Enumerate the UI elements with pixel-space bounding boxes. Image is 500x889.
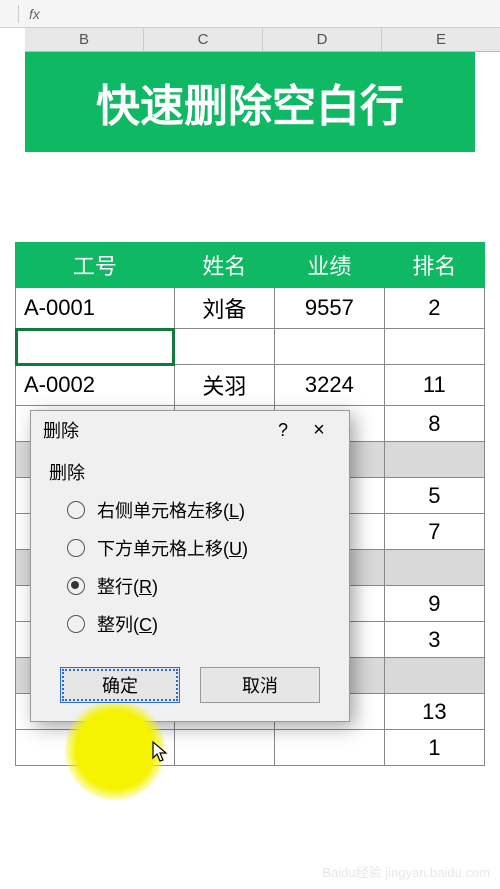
cell[interactable]	[384, 550, 484, 586]
table-row[interactable]: A-0002关羽322411	[16, 365, 485, 406]
table-header-row: 工号 姓名 业绩 排名	[16, 243, 485, 288]
cell[interactable]	[275, 329, 385, 365]
radio-option[interactable]: 右侧单元格左移(L)	[67, 497, 331, 523]
title-banner: 快速删除空白行	[25, 52, 475, 152]
cell[interactable]: 1	[384, 730, 484, 766]
th-name: 姓名	[174, 243, 274, 288]
table-row[interactable]: A-0001刘备95572	[16, 288, 485, 329]
table-row[interactable]	[16, 329, 485, 365]
table-row[interactable]: 1	[16, 730, 485, 766]
radio-label: 整列(C)	[97, 611, 158, 637]
cell[interactable]: 9	[384, 586, 484, 622]
cell[interactable]: 刘备	[174, 288, 274, 329]
radio-label: 右侧单元格左移(L)	[97, 497, 245, 523]
cell[interactable]	[16, 730, 175, 766]
dialog-buttons: 确定 取消	[31, 667, 349, 721]
cell[interactable]: 3	[384, 622, 484, 658]
radio-icon	[67, 539, 85, 557]
radio-icon	[67, 615, 85, 633]
delete-dialog: 删除 ? × 删除 右侧单元格左移(L) 下方单元格上移(U) 整行(R) 整列(C)…	[30, 410, 350, 722]
col-header-e[interactable]: E	[382, 28, 500, 51]
dialog-body: 删除 右侧单元格左移(L) 下方单元格上移(U) 整行(R) 整列(C)	[31, 449, 349, 667]
cell[interactable]: 9557	[275, 288, 385, 329]
divider	[18, 5, 19, 23]
cell[interactable]: 11	[384, 365, 484, 406]
col-header-c[interactable]: C	[144, 28, 263, 51]
cell[interactable]: A-0001	[16, 288, 175, 329]
radio-icon	[67, 577, 85, 595]
watermark: Baidu经验 jingyan.baidu.com	[322, 862, 490, 881]
cell[interactable]	[174, 730, 274, 766]
formula-bar: fx	[0, 0, 500, 28]
cell[interactable]: A-0002	[16, 365, 175, 406]
close-button[interactable]: ×	[301, 419, 337, 442]
radio-label: 下方单元格上移(U)	[97, 535, 248, 561]
radio-option[interactable]: 整行(R)	[67, 573, 331, 599]
radio-icon	[67, 501, 85, 519]
fx-label: fx	[29, 6, 40, 22]
col-header-d[interactable]: D	[263, 28, 382, 51]
radio-label: 整行(R)	[97, 573, 158, 599]
dialog-title: 删除	[43, 417, 265, 443]
help-button[interactable]: ?	[265, 420, 301, 441]
cell[interactable]: 7	[384, 514, 484, 550]
ok-button[interactable]: 确定	[60, 667, 180, 703]
cell[interactable]: 关羽	[174, 365, 274, 406]
cell[interactable]	[174, 329, 274, 365]
column-headers: B C D E	[25, 28, 500, 52]
dialog-titlebar: 删除 ? ×	[31, 411, 349, 449]
th-rank: 排名	[384, 243, 484, 288]
cell[interactable]	[384, 658, 484, 694]
radio-option[interactable]: 下方单元格上移(U)	[67, 535, 331, 561]
radio-option[interactable]: 整列(C)	[67, 611, 331, 637]
cancel-button[interactable]: 取消	[200, 667, 320, 703]
cell[interactable]	[384, 442, 484, 478]
cell[interactable]: 13	[384, 694, 484, 730]
cell[interactable]	[16, 329, 175, 365]
cell[interactable]: 5	[384, 478, 484, 514]
th-score: 业绩	[275, 243, 385, 288]
group-label: 删除	[49, 459, 331, 485]
col-header-b[interactable]: B	[25, 28, 144, 51]
cell[interactable]: 2	[384, 288, 484, 329]
cell[interactable]: 8	[384, 406, 484, 442]
cell[interactable]	[275, 730, 385, 766]
th-id: 工号	[16, 243, 175, 288]
cell[interactable]	[384, 329, 484, 365]
cell[interactable]: 3224	[275, 365, 385, 406]
